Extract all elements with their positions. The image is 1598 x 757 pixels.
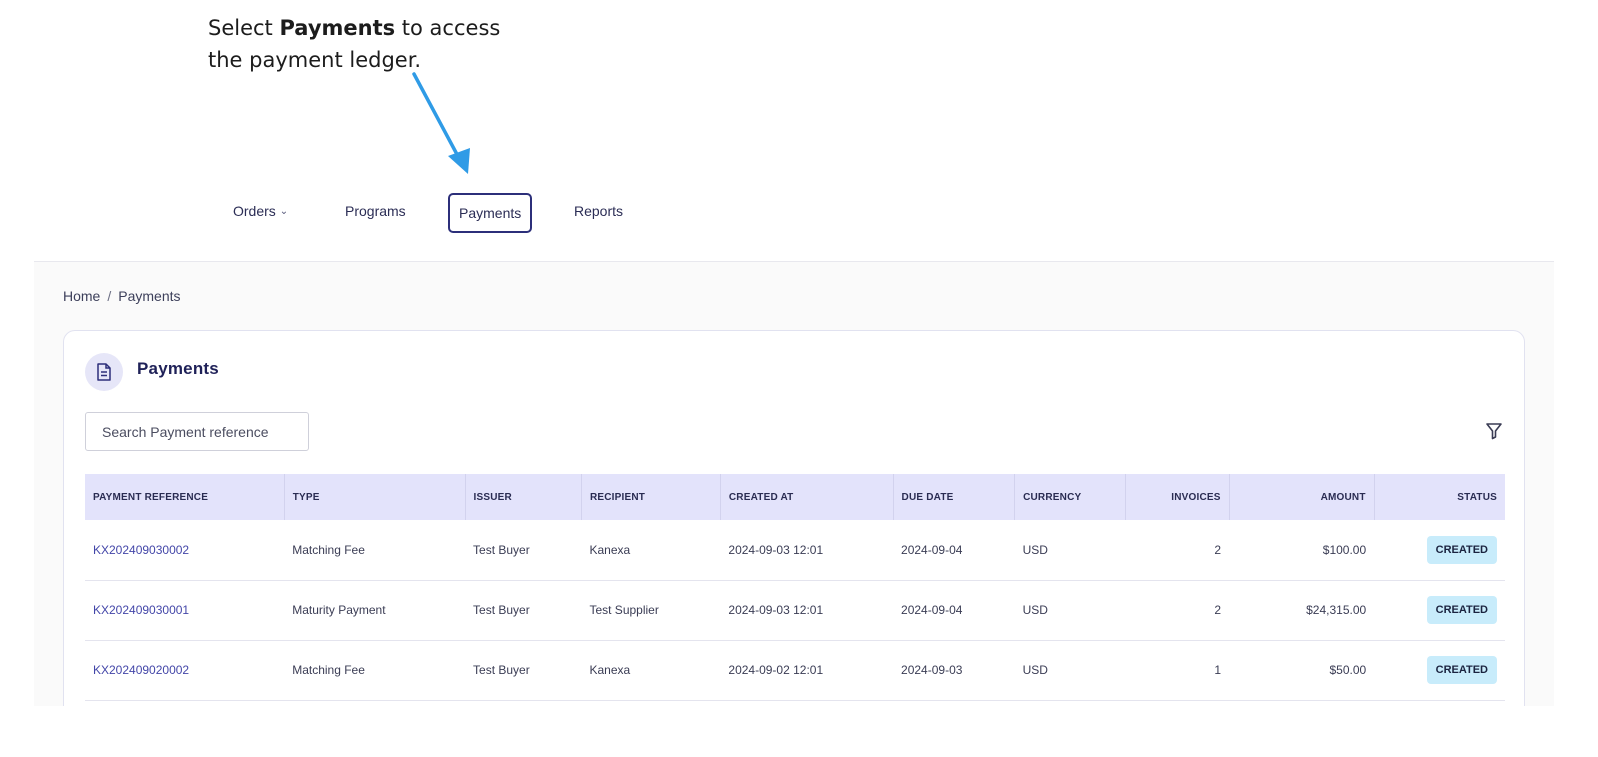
cell-status: CREATED — [1374, 640, 1505, 700]
col-recipient[interactable]: RECIPIENT — [581, 474, 721, 520]
cell-currency: USD — [1022, 603, 1048, 617]
cell-currency: USD — [1022, 663, 1048, 677]
table-header-row: PAYMENT REFERENCE TYPE ISSUER RECIPIENT … — [85, 474, 1505, 520]
cell-recipient: Kanexa — [589, 663, 631, 677]
col-status[interactable]: STATUS — [1374, 474, 1505, 520]
col-currency[interactable]: CURRENCY — [1014, 474, 1127, 520]
nav-programs-label: Programs — [345, 203, 406, 219]
nav-reports-label: Reports — [574, 203, 624, 219]
col-payment-reference[interactable]: PAYMENT REFERENCE — [85, 474, 285, 520]
nav-payments-label: Payments — [459, 205, 522, 221]
col-issuer[interactable]: ISSUER — [465, 474, 582, 520]
col-invoices[interactable]: INVOICES — [1125, 474, 1230, 520]
cell-amount: $100.00 — [1322, 542, 1367, 557]
breadcrumb-home[interactable]: Home — [63, 288, 100, 304]
cell-type: Maturity Payment — [292, 603, 386, 617]
nav-item-reports[interactable]: Reports — [574, 193, 623, 229]
breadcrumb-separator: / — [107, 288, 112, 304]
nav-item-payments[interactable]: Payments — [448, 193, 533, 233]
cell-status: CREATED — [1374, 520, 1505, 580]
cell-currency: USD — [1022, 542, 1048, 557]
cell-type: Matching Fee — [292, 542, 365, 557]
cell-created-at: 2024-09-03 12:01 — [728, 603, 824, 617]
cell-type: Matching Fee — [292, 663, 365, 677]
filter-icon[interactable] — [1484, 421, 1504, 441]
cell-amount: $24,315.00 — [1306, 603, 1367, 617]
payment-reference-link[interactable]: KX202409030001 — [85, 580, 284, 640]
cell-invoices: 1 — [1214, 663, 1222, 677]
callout-line-1: Select Payments to access — [208, 12, 500, 44]
search-input[interactable] — [85, 412, 309, 451]
cell-issuer: Test Buyer — [473, 603, 530, 617]
instruction-callout: Select Payments to access the payment le… — [208, 12, 500, 76]
cell-issuer: Test Buyer — [473, 663, 530, 677]
callout-bold: Payments — [279, 16, 396, 40]
status-badge: CREATED — [1426, 656, 1497, 684]
table-row[interactable]: KX202409030002 Matching Fee Test Buyer K… — [85, 520, 1505, 580]
col-due-date[interactable]: DUE DATE — [893, 474, 1016, 520]
payment-reference-link[interactable]: KX202409020002 — [85, 640, 284, 700]
breadcrumb: Home / Payments — [63, 288, 181, 304]
app-body: Home / Payments Payments PAYMENT REFERENCE — [34, 261, 1554, 706]
status-badge: CREATED — [1426, 535, 1497, 564]
payments-card: Payments PAYMENT REFERENCE TYPE ISSUER R… — [63, 330, 1525, 706]
nav-item-programs[interactable]: Programs — [345, 193, 406, 229]
cell-due-date: 2024-09-03 — [901, 663, 963, 677]
cell-invoices: 2 — [1214, 603, 1222, 617]
table-row[interactable]: KX202409030001 Maturity Payment Test Buy… — [85, 580, 1505, 640]
cell-recipient: Kanexa — [589, 542, 631, 557]
top-nav: Orders ⌄ Programs Payments Reports — [0, 190, 1598, 233]
cell-due-date: 2024-09-04 — [901, 542, 963, 557]
chevron-down-icon: ⌄ — [279, 206, 289, 217]
status-badge: CREATED — [1426, 596, 1497, 624]
cell-created-at: 2024-09-02 12:01 — [728, 663, 824, 677]
cell-status: CREATED — [1374, 580, 1505, 640]
nav-item-orders[interactable]: Orders ⌄ — [233, 193, 288, 229]
payments-table: PAYMENT REFERENCE TYPE ISSUER RECIPIENT … — [85, 474, 1505, 701]
table-row[interactable]: KX202409020002 Matching Fee Test Buyer K… — [85, 640, 1505, 700]
col-created-at[interactable]: CREATED AT — [720, 474, 894, 520]
cell-issuer: Test Buyer — [473, 542, 530, 557]
cell-amount: $50.00 — [1329, 663, 1367, 677]
col-amount[interactable]: AMOUNT — [1229, 474, 1375, 520]
cell-due-date: 2024-09-04 — [901, 603, 963, 617]
callout-suffix: to access — [395, 16, 501, 40]
cell-recipient: Test Supplier — [589, 603, 659, 617]
callout-prefix: Select — [208, 16, 280, 40]
cell-invoices: 2 — [1214, 542, 1222, 557]
pointer-arrow-icon — [412, 72, 470, 174]
nav-orders-label: Orders — [233, 203, 276, 219]
page-title: Payments — [137, 359, 219, 378]
document-icon — [85, 353, 123, 391]
cell-created-at: 2024-09-03 12:01 — [728, 542, 824, 557]
payment-reference-link[interactable]: KX202409030002 — [85, 520, 284, 580]
breadcrumb-current: Payments — [118, 288, 181, 304]
col-type[interactable]: TYPE — [284, 474, 466, 520]
